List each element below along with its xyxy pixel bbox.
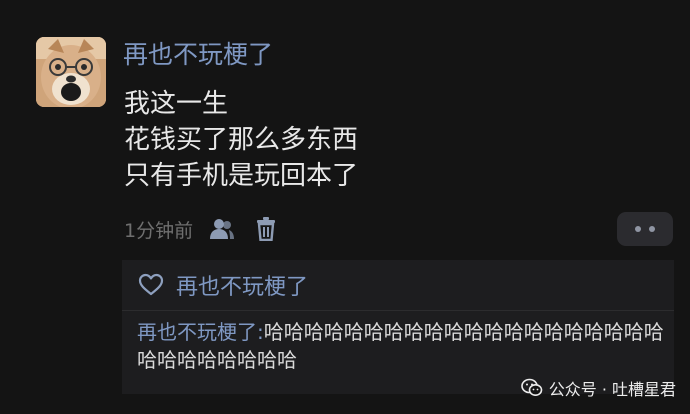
post-meta: 1分钟前 [124, 212, 281, 246]
heart-outline-icon [138, 273, 164, 296]
user-icon[interactable] [207, 214, 237, 244]
more-dots-icon [649, 226, 655, 232]
comment-author[interactable]: 再也不玩梗了: [137, 320, 264, 344]
more-dots-icon [635, 226, 641, 232]
interaction-panel: 再也不玩梗了 再也不玩梗了:哈哈哈哈哈哈哈哈哈哈哈哈哈哈哈哈哈哈哈哈哈哈哈哈哈哈… [122, 260, 674, 394]
more-button[interactable] [617, 212, 673, 246]
post-content: 我这一生 花钱买了那么多东西 只有手机是玩回本了 [124, 86, 358, 194]
like-user-name[interactable]: 再也不玩梗了 [176, 269, 308, 301]
watermark: 公众号 · 吐槽星君 [520, 376, 676, 400]
moment-page: 再也不玩梗了 我这一生 花钱买了那么多东西 只有手机是玩回本了 1分钟前 再也不… [0, 0, 690, 414]
trash-icon[interactable] [251, 214, 281, 244]
dog-avatar-icon [36, 37, 106, 107]
user-avatar[interactable] [36, 37, 106, 107]
likes-row[interactable]: 再也不玩梗了 [138, 268, 308, 302]
post-line: 只有手机是玩回本了 [124, 161, 359, 191]
wechat-icon [520, 378, 543, 396]
post-author[interactable]: 再也不玩梗了 [123, 38, 273, 72]
divider [122, 310, 674, 311]
post-line: 我这一生 [124, 89, 229, 119]
comment-item[interactable]: 再也不玩梗了:哈哈哈哈哈哈哈哈哈哈哈哈哈哈哈哈哈哈哈哈哈哈哈哈哈哈哈哈 [137, 318, 671, 374]
post-time: 1分钟前 [124, 219, 194, 242]
post-line: 花钱买了那么多东西 [124, 125, 359, 155]
watermark-text: 公众号 · 吐槽星君 [548, 380, 676, 399]
